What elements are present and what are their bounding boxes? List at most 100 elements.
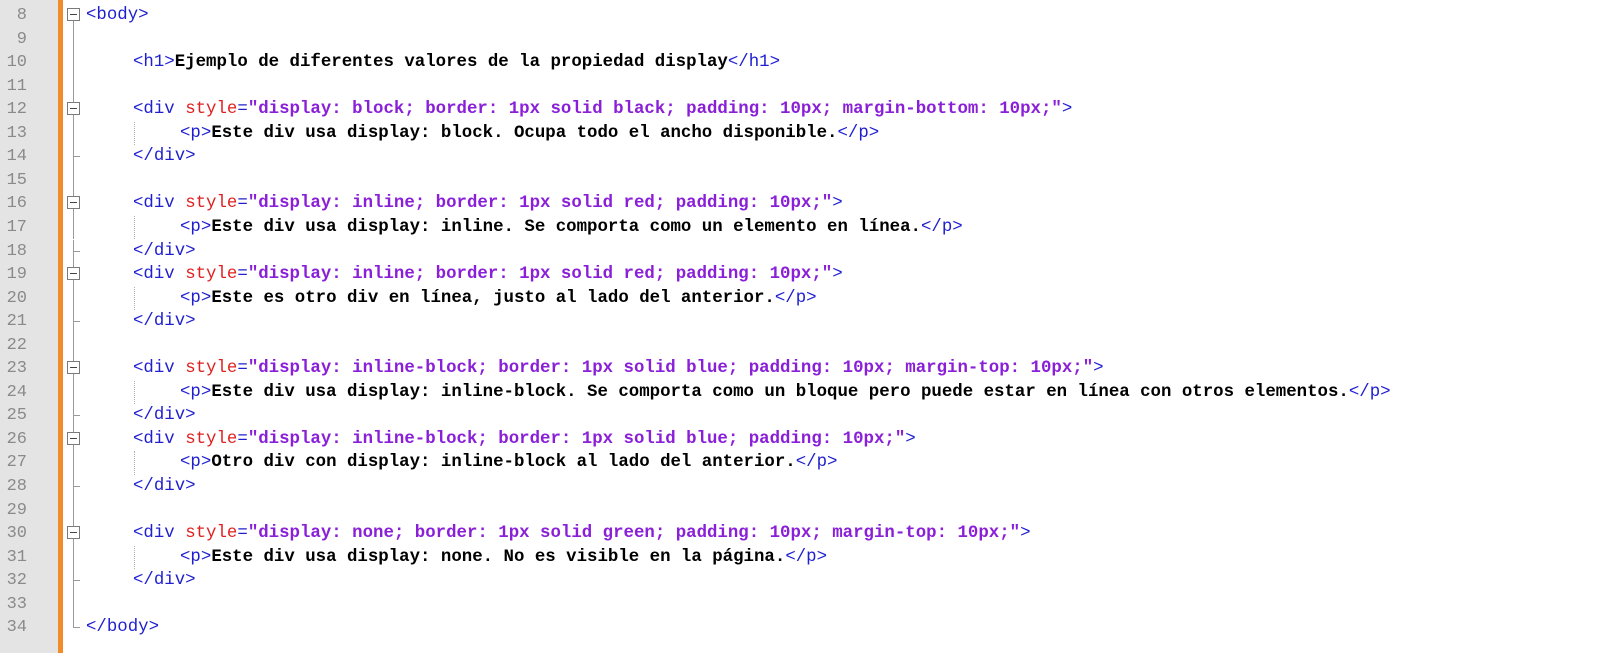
collapse-minus-icon[interactable] [67, 361, 80, 375]
code-line[interactable]: 32 </div> [0, 569, 1598, 593]
code-line[interactable]: 25 </div> [0, 404, 1598, 428]
token-attr: style [185, 524, 238, 544]
collapse-minus-icon[interactable] [67, 431, 80, 445]
code-text[interactable]: <div style="display: inline-block; borde… [133, 428, 916, 452]
token-tag: <p> [180, 217, 212, 237]
code-line[interactable]: 11 [0, 74, 1598, 99]
line-number: 25 [6, 406, 27, 426]
line-number: 12 [6, 100, 27, 120]
token-tag: = [237, 194, 248, 214]
code-line[interactable]: 17 <p>Este div usa display: inline. Se co… [0, 215, 1598, 240]
code-text[interactable]: <div style="display: block; border: 1px … [133, 98, 1072, 122]
code-text[interactable]: </body> [86, 616, 159, 640]
code-line[interactable]: 14 </div> [0, 145, 1598, 169]
code-line[interactable]: 30 <div style="display: none; border: 1px… [0, 522, 1598, 547]
code-text[interactable]: <p>Este div usa display: none. No es vis… [180, 546, 827, 570]
fold-end-marker [67, 239, 81, 264]
line-number: 28 [6, 477, 27, 496]
fold-end-marker [67, 616, 81, 640]
fold-toggle-icon[interactable] [67, 192, 81, 217]
code-text[interactable]: </div> [133, 475, 196, 499]
token-txt: Este div usa display: inline-block. Se c… [211, 382, 1349, 402]
fold-toggle-icon[interactable] [67, 357, 81, 382]
line-number: 32 [6, 571, 27, 591]
code-line[interactable]: 20 <p>Este es otro div en línea, justo al… [0, 286, 1598, 311]
line-number: 10 [6, 53, 27, 73]
code-line[interactable]: 31 <p>Este div usa display: none. No es v… [0, 545, 1598, 570]
code-line[interactable]: 34 </body> [0, 616, 1598, 640]
code-line[interactable]: 13 <p>Este div usa display: block. Ocupa … [0, 121, 1598, 146]
token-tag: </p> [785, 547, 828, 567]
code-text[interactable]: <h1>Ejemplo de diferentes valores de la … [133, 51, 780, 75]
collapse-minus-icon[interactable] [67, 102, 80, 116]
token-tag: <p> [180, 382, 212, 402]
code-text[interactable]: </div> [133, 145, 196, 169]
fold-end-marker [67, 145, 81, 169]
fold-toggle-icon[interactable] [67, 427, 81, 452]
line-number: 9 [16, 29, 27, 49]
code-text[interactable]: <div style="display: inline-block; borde… [133, 357, 1104, 381]
code-text[interactable]: <p>Este es otro div en línea, justo al l… [180, 287, 817, 311]
collapse-minus-icon[interactable] [67, 267, 80, 281]
token-tag: </p> [774, 288, 817, 308]
code-text[interactable]: </div> [133, 569, 196, 593]
token-tag: </h1> [727, 53, 781, 73]
fold-toggle-icon[interactable] [67, 522, 81, 547]
token-val: "display: inline-block; border: 1px soli… [247, 359, 1094, 379]
line-number: 13 [6, 123, 27, 143]
code-line[interactable]: 18 </div> [0, 239, 1598, 264]
token-txt: Ejemplo de diferentes valores de la prop… [174, 53, 728, 73]
code-text[interactable]: <div style="display: inline; border: 1px… [133, 192, 843, 216]
code-line[interactable]: 8 <body> [0, 4, 1598, 28]
token-attr: style [185, 265, 238, 285]
code-text[interactable]: <p>Otro div con display: inline-block al… [180, 451, 837, 475]
fold-toggle-icon[interactable] [67, 98, 81, 123]
code-line[interactable]: 10 <h1>Ejemplo de diferentes valores de l… [0, 51, 1598, 75]
code-line[interactable]: 22 [0, 333, 1598, 358]
token-tag: > [1020, 524, 1031, 544]
line-number: 31 [6, 547, 27, 567]
code-line[interactable]: 24 <p>Este div usa display: inline-block.… [0, 380, 1598, 405]
code-text[interactable]: </div> [133, 404, 196, 428]
fold-line [67, 333, 81, 358]
fold-toggle-icon[interactable] [67, 263, 81, 288]
collapse-minus-icon[interactable] [67, 196, 80, 210]
collapse-minus-icon[interactable] [67, 8, 80, 21]
code-text[interactable]: <p>Este div usa display: inline-block. S… [180, 381, 1391, 405]
fold-end-marker [67, 310, 81, 334]
code-line[interactable]: 26 <div style="display: inline-block; bor… [0, 427, 1598, 452]
token-tag: = [237, 429, 248, 449]
code-text[interactable]: </div> [133, 310, 196, 334]
token-val: "display: inline-block; border: 1px soli… [247, 429, 906, 449]
line-number: 33 [6, 594, 27, 614]
token-txt: Este div usa display: inline. Se comport… [211, 217, 921, 237]
code-line[interactable]: 9 [0, 27, 1598, 52]
code-line[interactable]: 28 </div> [0, 475, 1598, 499]
token-tag: </div> [133, 147, 196, 167]
token-tag: </div> [133, 312, 196, 332]
code-text[interactable]: <body> [86, 4, 149, 28]
code-line[interactable]: 29 [0, 498, 1598, 523]
code-text[interactable]: <div style="display: none; border: 1px s… [133, 522, 1031, 546]
code-line[interactable]: 27 <p>Otro div con display: inline-block … [0, 451, 1598, 475]
code-editor[interactable]: 8 <body> 9 10 <h1>Ejemplo de diferentes valo… [0, 0, 1598, 653]
code-text[interactable]: </div> [133, 240, 196, 264]
line-number: 24 [6, 382, 27, 402]
fold-end-marker [67, 569, 81, 593]
token-tag: </div> [133, 241, 196, 261]
code-line[interactable]: 33 [0, 592, 1598, 617]
fold-toggle-icon[interactable] [67, 4, 81, 28]
token-attr: style [185, 100, 238, 120]
token-tag: </p> [1348, 382, 1391, 402]
code-text[interactable]: <p>Este div usa display: inline. Se comp… [180, 216, 963, 240]
code-line[interactable]: 16 <div style="display: inline; border: 1… [0, 192, 1598, 217]
code-line[interactable]: 23 <div style="display: inline-block; bor… [0, 357, 1598, 382]
code-line[interactable]: 19 <div style="display: inline; border: 1… [0, 263, 1598, 288]
code-text[interactable]: <div style="display: inline; border: 1px… [133, 263, 843, 287]
code-line[interactable]: 12 <div style="display: block; border: 1p… [0, 98, 1598, 123]
indent-guide [134, 215, 135, 240]
collapse-minus-icon[interactable] [67, 526, 80, 540]
code-line[interactable]: 21 </div> [0, 310, 1598, 334]
code-line[interactable]: 15 [0, 168, 1598, 193]
code-text[interactable]: <p>Este div usa display: block. Ocupa to… [180, 122, 879, 146]
